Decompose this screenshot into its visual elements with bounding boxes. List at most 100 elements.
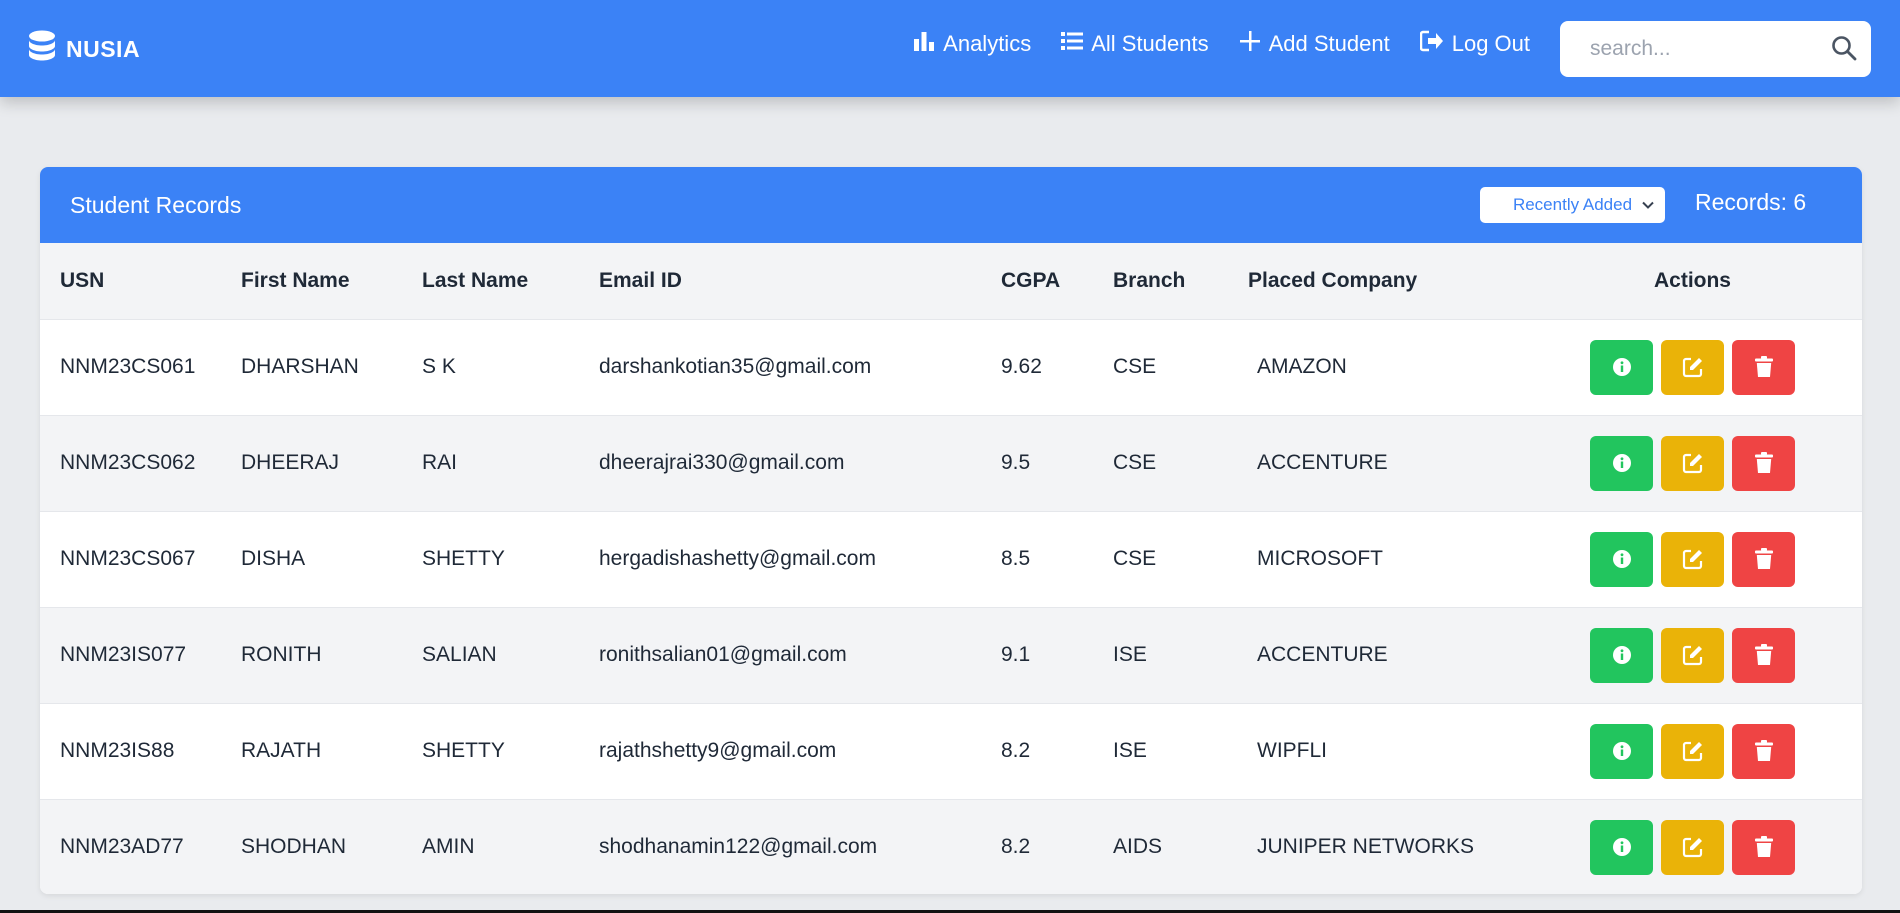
cell-branch: CSE xyxy=(1113,355,1157,378)
edit-icon xyxy=(1682,452,1704,474)
edit-icon xyxy=(1682,740,1704,762)
cell-branch: ISE xyxy=(1113,739,1147,762)
view-details-button[interactable] xyxy=(1590,435,1653,491)
cell-last-name: SHETTY xyxy=(422,547,505,570)
trash-icon xyxy=(1754,644,1773,666)
header-first-name[interactable]: First Name xyxy=(221,243,402,319)
edit-button[interactable] xyxy=(1661,531,1724,587)
cell-last-name: SHETTY xyxy=(422,739,505,762)
cell-email: rajathshetty9@gmail.com xyxy=(599,739,837,762)
list-icon xyxy=(1061,30,1091,58)
search-icon[interactable] xyxy=(1831,35,1857,66)
cell-first-name: RAJATH xyxy=(241,739,322,762)
cell-company: WIPFLI xyxy=(1257,739,1328,762)
header-last-name[interactable]: Last Name xyxy=(402,243,579,319)
nav-analytics[interactable]: Analytics xyxy=(913,30,1031,58)
trash-icon xyxy=(1754,452,1773,474)
view-details-button[interactable] xyxy=(1590,819,1653,875)
cell-email: ronithsalian01@gmail.com xyxy=(599,643,847,666)
search-input[interactable] xyxy=(1590,37,1830,61)
cell-first-name: DISHA xyxy=(241,547,306,570)
cell-company: ACCENTURE xyxy=(1257,643,1388,666)
info-icon xyxy=(1612,645,1632,665)
brand[interactable]: NUSIA xyxy=(28,30,140,68)
edit-button[interactable] xyxy=(1661,627,1724,683)
trash-icon xyxy=(1754,548,1773,570)
delete-button[interactable] xyxy=(1732,627,1795,683)
cell-actions xyxy=(1523,319,1862,415)
edit-icon xyxy=(1682,548,1704,570)
cell-cgpa: 8.2 xyxy=(1001,835,1031,859)
edit-button[interactable] xyxy=(1661,723,1724,779)
edit-button[interactable] xyxy=(1661,339,1724,395)
cell-branch: AIDS xyxy=(1113,835,1163,859)
edit-button[interactable] xyxy=(1661,819,1724,875)
delete-button[interactable] xyxy=(1732,819,1795,875)
chart-bar-icon xyxy=(913,30,943,58)
card-header: Student Records Recently Added Records: … xyxy=(40,167,1862,243)
header-actions: Actions xyxy=(1653,268,1731,292)
info-icon xyxy=(1612,549,1632,569)
header-branch[interactable]: Branch xyxy=(1093,243,1228,319)
delete-button[interactable] xyxy=(1732,435,1795,491)
header-usn[interactable]: USN xyxy=(40,243,221,319)
cell-first-name: SHODHAN xyxy=(241,835,347,859)
table-row: NNM23CS061 DHARSHAN S K darshankotian35@gma… xyxy=(40,319,1862,415)
header-cgpa[interactable]: CGPA xyxy=(981,243,1093,319)
edit-icon xyxy=(1682,836,1704,858)
delete-button[interactable] xyxy=(1732,723,1795,779)
search-box xyxy=(1560,21,1871,77)
nav-add-student[interactable]: Add Student xyxy=(1239,30,1390,58)
nav-analytics-label: Analytics xyxy=(943,31,1032,56)
view-details-button[interactable] xyxy=(1590,723,1653,779)
view-details-button[interactable] xyxy=(1590,531,1653,587)
student-table: USN First Name Last Name Email ID CGPA B… xyxy=(40,243,1862,894)
cell-actions xyxy=(1523,799,1862,894)
cell-cgpa: 8.5 xyxy=(1001,547,1031,570)
nav-all-students[interactable]: All Students xyxy=(1061,30,1209,58)
cell-usn: NNM23CS062 xyxy=(60,451,196,474)
info-icon xyxy=(1612,837,1632,857)
logout-icon xyxy=(1419,30,1452,58)
plus-icon xyxy=(1239,30,1269,58)
cell-actions xyxy=(1523,415,1862,511)
cell-actions xyxy=(1523,511,1862,607)
table-header-row: USN First Name Last Name Email ID CGPA B… xyxy=(40,243,1862,319)
header-placed-company[interactable]: Placed Company xyxy=(1228,243,1523,319)
cell-actions xyxy=(1523,703,1862,799)
student-records-card: Student Records Recently Added Records: … xyxy=(40,167,1862,894)
nav-links: Analytics All Students Add Student Log O… xyxy=(883,30,1530,58)
cell-company: MICROSOFT xyxy=(1257,547,1383,570)
cell-email: dheerajrai330@gmail.com xyxy=(599,451,845,474)
header-email[interactable]: Email ID xyxy=(579,243,981,319)
cell-cgpa: 8.2 xyxy=(1001,739,1031,762)
cell-usn: NNM23AD77 xyxy=(60,835,184,859)
info-icon xyxy=(1612,357,1632,377)
view-details-button[interactable] xyxy=(1590,339,1653,395)
edit-button[interactable] xyxy=(1661,435,1724,491)
cell-company: ACCENTURE xyxy=(1257,451,1388,474)
delete-button[interactable] xyxy=(1732,339,1795,395)
cell-last-name: S K xyxy=(422,355,456,378)
table-row: NNM23CS062 DHEERAJ RAI dheerajrai330@gmail.… xyxy=(40,415,1862,511)
cell-cgpa: 9.62 xyxy=(1001,355,1042,378)
table-body: NNM23CS061 DHARSHAN S K darshankotian35@gma… xyxy=(40,319,1862,894)
info-icon xyxy=(1612,453,1632,473)
cell-first-name: RONITH xyxy=(241,643,322,666)
trash-icon xyxy=(1754,836,1773,858)
cell-email: shodhanamin122@gmail.com xyxy=(599,835,878,859)
cell-branch: CSE xyxy=(1113,547,1157,570)
nav-log-out[interactable]: Log Out xyxy=(1419,30,1530,58)
delete-button[interactable] xyxy=(1732,531,1795,587)
cell-usn: NNM23CS061 xyxy=(60,355,196,378)
cell-usn: NNM23IS88 xyxy=(60,739,175,762)
cell-last-name: SALIAN xyxy=(422,643,497,666)
sort-select[interactable]: Recently Added xyxy=(1480,187,1665,223)
view-details-button[interactable] xyxy=(1590,627,1653,683)
edit-icon xyxy=(1682,644,1704,666)
cell-branch: CSE xyxy=(1113,451,1157,474)
table-row: NNM23IS077 RONITH SALIAN ronithsalian01@gma… xyxy=(40,607,1862,703)
cell-usn: NNM23CS067 xyxy=(60,547,196,570)
cell-first-name: DHARSHAN xyxy=(241,355,359,378)
chevron-down-icon xyxy=(1641,197,1655,217)
